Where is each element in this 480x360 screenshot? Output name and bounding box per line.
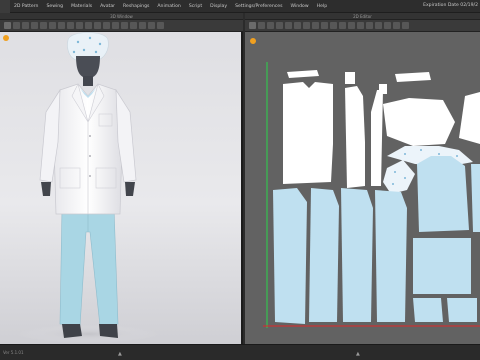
grading-tool-icon[interactable] <box>393 22 400 29</box>
texture-tool-icon[interactable] <box>94 22 101 29</box>
coat-front-facing[interactable] <box>371 90 383 186</box>
coat-front-left-piece[interactable] <box>345 86 365 188</box>
version-label: Ver 5.1.01 <box>3 350 24 355</box>
pattern-layout <box>263 62 480 328</box>
pin-tool-icon[interactable] <box>31 22 38 29</box>
scrub-trousers[interactable] <box>59 207 119 327</box>
window-3d-title: 3D Window <box>0 13 243 20</box>
fold-arrangement-icon[interactable] <box>366 22 373 29</box>
measure-tool-icon[interactable] <box>40 22 47 29</box>
select-tool-icon[interactable] <box>4 22 11 29</box>
status-bar: Ver 5.1.01 ▲ ▲ <box>0 344 480 360</box>
scrub-top-back-piece[interactable] <box>471 164 480 232</box>
sleeve-left-piece[interactable] <box>383 98 455 146</box>
buttonhole-tool-icon[interactable] <box>76 22 83 29</box>
tack-tool-icon[interactable] <box>49 22 56 29</box>
avatar-right-foot <box>99 324 118 338</box>
toolbar-3d <box>0 20 243 32</box>
strap-tool-icon[interactable] <box>58 22 65 29</box>
coat-back-piece[interactable] <box>283 82 333 184</box>
avatar-left-foot <box>62 324 82 338</box>
dart-tool-icon[interactable] <box>321 22 328 29</box>
avatar-right-hand <box>125 182 135 196</box>
free-sewing-icon[interactable] <box>348 22 355 29</box>
menu-item-materials[interactable]: Materials <box>67 4 96 9</box>
polygon-tool-icon[interactable] <box>285 22 292 29</box>
scrub-top-front-piece[interactable] <box>417 156 469 232</box>
internal-polygon-icon[interactable] <box>312 22 319 29</box>
trouser-back-right-piece[interactable] <box>375 190 407 322</box>
sleeve-right-piece[interactable] <box>459 92 480 144</box>
lighting-tool-icon[interactable] <box>157 22 164 29</box>
menu-item-display[interactable]: Display <box>206 4 231 9</box>
menu-item-animation[interactable]: Animation <box>153 4 184 9</box>
pocket-piece-b[interactable] <box>447 298 477 322</box>
simulate-tool-icon[interactable] <box>112 22 119 29</box>
edit-pattern-icon[interactable] <box>258 22 265 29</box>
rectangle-tool-icon[interactable] <box>294 22 301 29</box>
edit-curve-icon[interactable] <box>267 22 274 29</box>
menu-item-reshapings[interactable]: Reshapings <box>119 4 153 9</box>
resize-handle-2d-icon[interactable]: ▲ <box>356 351 360 357</box>
zipper-tool-icon[interactable] <box>85 22 92 29</box>
scrub-top-sleeve-piece[interactable] <box>413 238 471 294</box>
camera-tool-icon[interactable] <box>121 22 128 29</box>
menu-item-2d-pattern[interactable]: 2D Pattern <box>10 4 42 9</box>
trouser-front-left-piece[interactable] <box>273 188 307 324</box>
menu-item-script[interactable]: Script <box>185 4 206 9</box>
edit-sewing-icon[interactable] <box>357 22 364 29</box>
menu-item-help[interactable]: Help <box>313 4 331 9</box>
graphic-tool-icon[interactable] <box>103 22 110 29</box>
resize-handle-3d-icon[interactable]: ▲ <box>118 351 122 357</box>
trace-tool-icon[interactable] <box>330 22 337 29</box>
app-logo <box>0 0 10 13</box>
fold-tool-icon[interactable] <box>22 22 29 29</box>
annotation-tool-icon[interactable] <box>402 22 409 29</box>
menu-item-avatar[interactable]: Avatar <box>96 4 119 9</box>
display-tool-icon[interactable] <box>148 22 155 29</box>
circle-tool-icon[interactable] <box>303 22 310 29</box>
floor-shadow <box>18 325 158 343</box>
add-point-icon[interactable] <box>276 22 283 29</box>
menu-item-window[interactable]: Window <box>287 4 313 9</box>
small-pocket-piece[interactable] <box>379 84 387 94</box>
viewport-2d[interactable] <box>245 32 480 344</box>
pocket-flap-piece[interactable] <box>395 72 431 82</box>
cap[interactable] <box>67 32 109 61</box>
toolbar-2d <box>245 20 480 32</box>
render-tool-icon[interactable] <box>130 22 137 29</box>
cap-crown-piece[interactable] <box>383 160 415 194</box>
menu-item-settings[interactable]: Settings/Preferences <box>231 4 286 9</box>
avatar-scene <box>18 32 158 343</box>
grainline-tool-icon[interactable] <box>375 22 382 29</box>
texture-2d-icon[interactable] <box>384 22 391 29</box>
menu-bar: 2D Pattern Sewing Materials Avatar Resha… <box>0 0 480 13</box>
avatar-neck <box>83 76 93 86</box>
avatar-tool-icon[interactable] <box>139 22 146 29</box>
avatar-head <box>76 56 100 78</box>
move-tool-icon[interactable] <box>13 22 20 29</box>
trouser-front-right-piece[interactable] <box>341 188 373 322</box>
viewport-3d[interactable] <box>0 32 243 344</box>
menu-item-sewing[interactable]: Sewing <box>42 4 67 9</box>
trouser-back-left-piece[interactable] <box>309 188 339 322</box>
expiration-date: Expiration Date 02/19/2 <box>423 3 478 8</box>
button-tool-icon[interactable] <box>67 22 74 29</box>
tab-piece[interactable] <box>345 72 355 84</box>
transform-pattern-icon[interactable] <box>249 22 256 29</box>
segment-sewing-icon[interactable] <box>339 22 346 29</box>
avatar-left-hand <box>41 182 51 196</box>
pocket-piece-a[interactable] <box>413 298 443 322</box>
collar-piece[interactable] <box>287 70 319 78</box>
window-2d-title: 2D Editor <box>245 13 480 20</box>
